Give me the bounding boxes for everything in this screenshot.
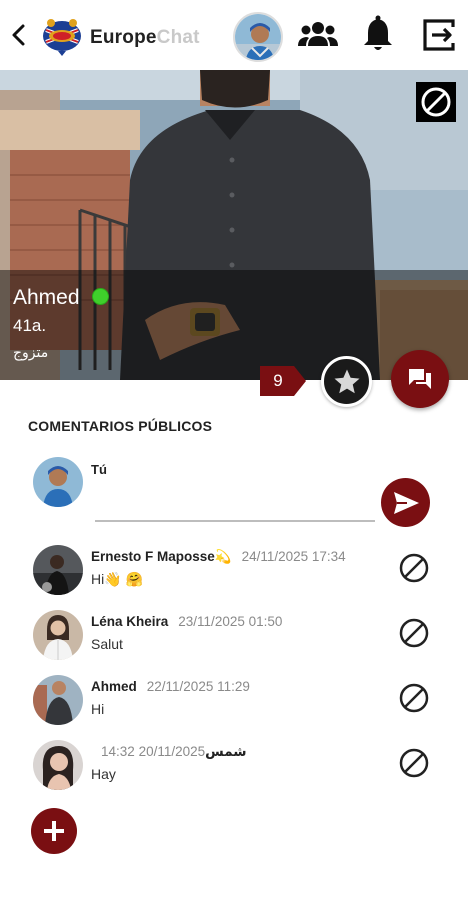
comments-section-title: COMENTARIOS PÚBLICOS	[28, 418, 213, 434]
favorites-count: 9	[273, 371, 283, 390]
comment-author[interactable]: شمس	[205, 744, 246, 759]
avatar-image	[33, 457, 83, 507]
block-icon[interactable]	[397, 616, 431, 650]
comment-author[interactable]: Ahmed	[91, 679, 137, 694]
comment-avatar[interactable]	[33, 545, 83, 595]
comment-text: Hay	[91, 766, 116, 782]
back-arrow-icon[interactable]	[6, 20, 32, 50]
bell-icon[interactable]	[357, 14, 399, 56]
comment-date: 23/11/2025 01:50	[178, 614, 283, 629]
avatar-image	[235, 14, 281, 60]
my-avatar	[33, 457, 83, 507]
comment-avatar[interactable]	[33, 610, 83, 660]
comment-author[interactable]: Léna Kheira	[91, 614, 168, 629]
send-message-button[interactable]	[391, 350, 449, 408]
comment-text: Hi👋 🤗	[91, 571, 143, 587]
comment-author-line: Ernesto F Maposse💫 24/11/2025 17:34	[91, 549, 346, 565]
favorite-button[interactable]	[321, 356, 372, 407]
comment-text: Salut	[91, 636, 123, 652]
comment-avatar[interactable]	[33, 675, 83, 725]
profile-name: Ahmed	[13, 286, 80, 309]
comment-date: 20/11/2025 14:32	[101, 744, 206, 759]
favorites-count-badge: 9	[260, 366, 306, 396]
comment-item: شمس20/11/2025 14:32 Hay	[0, 740, 468, 800]
plus-icon	[44, 821, 64, 841]
profile-age: 41a.	[13, 316, 47, 335]
app-brand: EuropeChat	[90, 27, 200, 49]
my-name-label: Tú	[91, 462, 107, 477]
comment-item: Léna Kheira 23/11/2025 01:50 Salut	[0, 610, 468, 670]
online-status-dot	[92, 288, 109, 305]
comment-author[interactable]: Ernesto F Maposse💫	[91, 549, 232, 564]
block-icon[interactable]	[397, 681, 431, 715]
profile-photo-area[interactable]: Ahmed 41a. متزوج	[0, 70, 468, 380]
chat-bubbles-icon	[409, 369, 431, 389]
comment-text: Hi	[91, 701, 105, 717]
brand-main-text: Europe	[90, 27, 157, 48]
logout-icon[interactable]	[418, 14, 460, 56]
brand-sub-text: Chat	[156, 27, 200, 48]
avatar-image	[33, 610, 83, 660]
block-icon	[421, 87, 451, 117]
comment-author-line: شمس20/11/2025 14:32	[91, 744, 247, 760]
top-app-bar: EuropeChat	[0, 0, 468, 70]
comment-item: Ernesto F Maposse💫 24/11/2025 17:34 Hi👋 🤗	[0, 545, 468, 605]
send-comment-button[interactable]	[381, 478, 430, 527]
groups-icon[interactable]	[297, 14, 339, 56]
avatar-image	[33, 545, 83, 595]
app-logo-icon	[43, 19, 81, 56]
star-icon	[334, 369, 359, 393]
current-user-avatar[interactable]	[233, 12, 283, 62]
block-icon[interactable]	[397, 551, 431, 585]
comment-author-line: Ahmed 22/11/2025 11:29	[91, 679, 250, 694]
comment-date: 24/11/2025 17:34	[241, 549, 346, 564]
comment-item: Ahmed 22/11/2025 11:29 Hi	[0, 675, 468, 735]
block-icon[interactable]	[397, 746, 431, 780]
comment-author-line: Léna Kheira 23/11/2025 01:50	[91, 614, 282, 629]
block-user-button[interactable]	[416, 82, 456, 122]
send-icon	[393, 491, 419, 514]
profile-relationship-status: متزوج	[13, 344, 49, 360]
comment-date: 22/11/2025 11:29	[146, 679, 250, 694]
avatar-image	[33, 740, 83, 790]
avatar-image	[33, 675, 83, 725]
comment-input[interactable]	[95, 490, 375, 522]
comment-avatar[interactable]	[33, 740, 83, 790]
add-comment-button[interactable]	[31, 808, 77, 854]
